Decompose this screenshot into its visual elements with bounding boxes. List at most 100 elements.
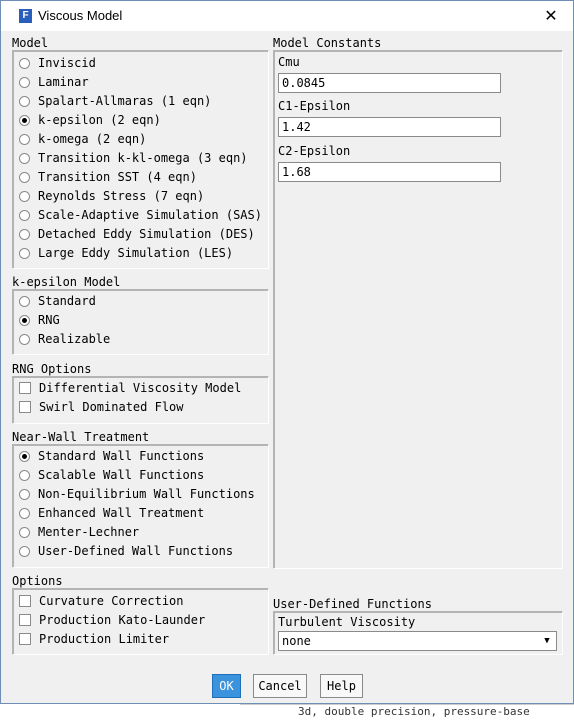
model-option[interactable]: Large Eddy Simulation (LES) [19,244,233,262]
near-wall-option-label: Standard Wall Functions [38,449,205,463]
model-option[interactable]: Reynolds Stress (7 eqn) [19,187,204,205]
model-option[interactable]: Spalart-Allmaras (1 eqn) [19,92,211,110]
radio-unselected-icon[interactable] [19,133,30,145]
rng-option-label: Differential Viscosity Model [39,381,242,395]
options-section-label: Options [12,574,63,588]
radio-unselected-icon[interactable] [19,526,30,538]
model-option[interactable]: k-epsilon (2 eqn) [19,111,161,129]
model-option[interactable]: Detached Eddy Simulation (DES) [19,225,255,243]
model-option[interactable]: Inviscid [19,54,96,72]
radio-unselected-icon[interactable] [19,295,30,307]
radio-unselected-icon[interactable] [19,333,30,345]
chevron-down-icon[interactable]: ▼ [540,634,554,648]
radio-selected-icon[interactable] [19,450,30,462]
options-option[interactable]: Curvature Correction [19,592,184,610]
model-option-label: k-epsilon (2 eqn) [38,113,161,127]
radio-unselected-icon[interactable] [19,228,30,240]
background-status-text: 3d, double precision, pressure-base [240,704,574,720]
kepsilon-option-label: Realizable [38,332,111,346]
model-group: Inviscid Laminar Spalart-Allmaras (1 eqn) k… [12,50,269,269]
model-option[interactable]: Transition k-kl-omega (3 eqn) [19,149,248,167]
checkbox-unchecked-icon[interactable] [19,401,31,413]
kepsilon-option[interactable]: RNG [19,311,60,329]
radio-selected-icon[interactable] [19,314,30,326]
ok-button[interactable]: OK [212,674,241,698]
model-option[interactable]: Laminar [19,73,89,91]
options-option[interactable]: Production Kato-Launder [19,611,205,629]
cmu-input[interactable]: 0.0845 [278,73,501,93]
near-wall-group: Standard Wall Functions Scalable Wall Fun… [12,444,269,568]
kepsilon-group: Standard RNG Realizable [12,289,269,355]
near-wall-option[interactable]: Scalable Wall Functions [19,466,204,484]
near-wall-section-label: Near-Wall Treatment [12,430,150,444]
radio-unselected-icon[interactable] [19,507,30,519]
radio-unselected-icon[interactable] [19,171,30,183]
near-wall-option-label: Menter-Lechner [38,525,140,539]
model-option-label: Reynolds Stress (7 eqn) [38,189,205,203]
model-option[interactable]: Transition SST (4 eqn) [19,168,197,186]
radio-unselected-icon[interactable] [19,488,30,500]
cmu-label: Cmu [278,55,300,69]
radio-unselected-icon[interactable] [19,247,30,259]
rng-option[interactable]: Differential Viscosity Model [19,379,241,397]
turbulent-viscosity-label: Turbulent Viscosity [278,615,416,629]
near-wall-option[interactable]: Standard Wall Functions [19,447,204,465]
rng-option[interactable]: Swirl Dominated Flow [19,398,184,416]
radio-unselected-icon[interactable] [19,76,30,88]
model-option-label: Spalart-Allmaras (1 eqn) [38,94,212,108]
radio-unselected-icon[interactable] [19,152,30,164]
model-option-label: Transition SST (4 eqn) [38,170,197,184]
c2-epsilon-input[interactable]: 1.68 [278,162,501,182]
model-option-label: Scale-Adaptive Simulation (SAS) [38,208,262,222]
options-option-label: Production Limiter [39,632,170,646]
options-option[interactable]: Production Limiter [19,630,169,648]
radio-unselected-icon[interactable] [19,545,30,557]
near-wall-option-label: Scalable Wall Functions [38,468,205,482]
model-option-label: Laminar [38,75,89,89]
near-wall-option[interactable]: Menter-Lechner [19,523,139,541]
kepsilon-section-label: k-epsilon Model [12,275,121,289]
rng-options-section-label: RNG Options [12,362,92,376]
model-option[interactable]: k-omega (2 eqn) [19,130,146,148]
near-wall-option-label: Non-Equilibrium Wall Functions [38,487,255,501]
checkbox-unchecked-icon[interactable] [19,614,31,626]
radio-unselected-icon[interactable] [19,190,30,202]
c2-epsilon-label: C2-Epsilon [278,144,351,158]
radio-selected-icon[interactable] [19,114,30,126]
kepsilon-option-label: RNG [38,313,60,327]
checkbox-unchecked-icon[interactable] [19,595,31,607]
options-group: Curvature Correction Production Kato-Laun… [12,588,269,655]
model-option-label: Large Eddy Simulation (LES) [38,246,234,260]
options-option-label: Production Kato-Launder [39,613,206,627]
close-icon[interactable]: ✕ [539,5,563,27]
window-title: Viscous Model [38,8,123,23]
turbulent-viscosity-value: none [282,634,311,648]
c1-epsilon-input[interactable]: 1.42 [278,117,501,137]
kepsilon-option[interactable]: Standard [19,292,96,310]
help-button[interactable]: Help [320,674,363,698]
model-section-label: Model [12,36,49,50]
turbulent-viscosity-select[interactable]: none ▼ [278,631,557,651]
near-wall-option[interactable]: Enhanced Wall Treatment [19,504,204,522]
radio-unselected-icon[interactable] [19,469,30,481]
radio-unselected-icon[interactable] [19,209,30,221]
radio-unselected-icon[interactable] [19,57,30,69]
rng-options-group: Differential Viscosity Model Swirl Domina… [12,376,269,424]
fluent-app-icon: F [19,9,32,23]
title-bar: F Viscous Model ✕ [1,1,573,31]
model-constants-section-label: Model Constants [273,36,382,50]
checkbox-unchecked-icon[interactable] [19,633,31,645]
c1-epsilon-label: C1-Epsilon [278,99,351,113]
checkbox-unchecked-icon[interactable] [19,382,31,394]
radio-unselected-icon[interactable] [19,95,30,107]
near-wall-option-label: User-Defined Wall Functions [38,544,234,558]
near-wall-option[interactable]: Non-Equilibrium Wall Functions [19,485,255,503]
kepsilon-option[interactable]: Realizable [19,330,110,348]
model-option[interactable]: Scale-Adaptive Simulation (SAS) [19,206,262,224]
near-wall-option[interactable]: User-Defined Wall Functions [19,542,233,560]
cancel-button[interactable]: Cancel [253,674,307,698]
model-option-label: k-omega (2 eqn) [38,132,147,146]
kepsilon-option-label: Standard [38,294,96,308]
options-option-label: Curvature Correction [39,594,184,608]
model-option-label: Inviscid [38,56,96,70]
